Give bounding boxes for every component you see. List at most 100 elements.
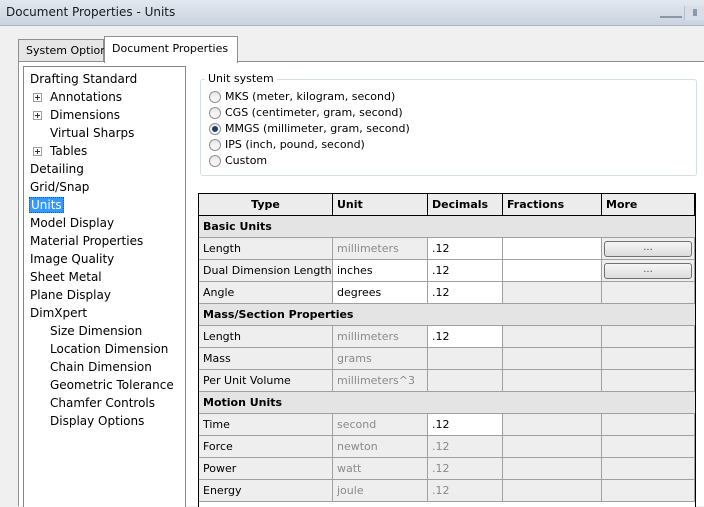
radio-button[interactable] [209, 139, 221, 151]
fractions-cell[interactable] [503, 238, 602, 260]
table-row: Energy joule .12 [199, 480, 695, 502]
tree-item-label: Detailing [30, 162, 84, 176]
radio-button[interactable] [209, 155, 221, 167]
tree-item-chamfer-controls[interactable]: Chamfer Controls [24, 394, 185, 412]
column-header-decimals: Decimals [428, 194, 503, 216]
unit-cell: second [333, 414, 428, 436]
tree-item-geometric-tolerance[interactable]: Geometric Tolerance [24, 376, 185, 394]
expand-plus-icon[interactable] [33, 111, 42, 120]
unit-system-group: Unit system MKS (meter, kilogram, second… [200, 72, 697, 176]
tree-item-annotations[interactable]: Annotations [24, 88, 185, 106]
tree-item-units[interactable]: Units [24, 196, 185, 214]
tree-item-label: Drafting Standard [30, 72, 138, 86]
decimals-cell[interactable]: .12 [428, 326, 503, 348]
tree-item-label: Chamfer Controls [50, 396, 156, 410]
tree-item-location-dimension[interactable]: Location Dimension [24, 340, 185, 358]
type-cell: Power [199, 458, 333, 480]
tree-item-label: Display Options [50, 414, 145, 428]
tree-item-model-display[interactable]: Model Display [24, 214, 185, 232]
type-cell: Length [199, 238, 333, 260]
unit-cell: millimeters [333, 326, 428, 348]
tree-item-sheet-metal[interactable]: Sheet Metal [24, 268, 185, 286]
tree-item-material-properties[interactable]: Material Properties [24, 232, 185, 250]
tree-item-label: Image Quality [30, 252, 115, 266]
table-row: Length millimeters .12... [199, 238, 695, 260]
tree-item-virtual-sharps[interactable]: Virtual Sharps [24, 124, 185, 142]
fractions-cell [503, 282, 602, 304]
tree-item-size-dimension[interactable]: Size Dimension [24, 322, 185, 340]
section-title: Mass/Section Properties [199, 304, 695, 326]
tree-item-chain-dimension[interactable]: Chain Dimension [24, 358, 185, 376]
section-header: Mass/Section Properties [199, 304, 695, 326]
more-cell [602, 282, 695, 304]
decimals-cell[interactable]: .12 [428, 282, 503, 304]
tree-item-label: Dimensions [50, 108, 121, 122]
tab-document-properties[interactable]: Document Properties [104, 36, 238, 63]
unit-cell[interactable]: inches [333, 260, 428, 282]
radio-label: MMGS (millimeter, gram, second) [225, 122, 410, 135]
table-row: Force newton .12 [199, 436, 695, 458]
fractions-cell [503, 414, 602, 436]
more-cell [602, 458, 695, 480]
more-button[interactable]: ... [604, 263, 692, 279]
decimals-cell: .12 [428, 480, 503, 502]
close-button[interactable] [684, 6, 704, 20]
unit-cell: joule [333, 480, 428, 502]
tree-item-image-quality[interactable]: Image Quality [24, 250, 185, 268]
decimals-cell: .12 [428, 458, 503, 480]
fractions-cell[interactable] [503, 260, 602, 282]
column-header-unit: Unit [333, 194, 428, 216]
unit-cell: grams [333, 348, 428, 370]
tree-item-label: Annotations [50, 90, 123, 104]
type-cell: Angle [199, 282, 333, 304]
tab-system-options[interactable]: System Options [18, 39, 113, 61]
more-button[interactable]: ... [604, 241, 692, 257]
tree-item-plane-display[interactable]: Plane Display [24, 286, 185, 304]
tree-item-tables[interactable]: Tables [24, 142, 185, 160]
window-title: Document Properties - Units [6, 5, 176, 19]
type-cell: Mass [199, 348, 333, 370]
decimals-cell[interactable]: .12 [428, 260, 503, 282]
type-cell: Force [199, 436, 333, 458]
tree-item-display-options[interactable]: Display Options [24, 412, 185, 430]
minimize-button[interactable] [660, 6, 682, 18]
fractions-cell [503, 480, 602, 502]
tree-item-dimxpert[interactable]: DimXpert [24, 304, 185, 322]
property-tree[interactable]: Drafting Standard Annotations Dimensions Vi… [23, 66, 186, 507]
type-cell: Energy [199, 480, 333, 502]
tree-item-drafting-standard[interactable]: Drafting Standard [24, 70, 185, 88]
decimals-cell [428, 370, 503, 392]
radio-button[interactable] [209, 107, 221, 119]
decimals-cell[interactable]: .12 [428, 414, 503, 436]
tree-item-detailing[interactable]: Detailing [24, 160, 185, 178]
unit-cell: watt [333, 458, 428, 480]
expand-plus-icon[interactable] [33, 93, 42, 102]
decimals-cell[interactable]: .12 [428, 238, 503, 260]
tab-label: Document Properties [112, 42, 229, 55]
tree-item-label: Virtual Sharps [50, 126, 135, 140]
unit-cell[interactable]: degrees [333, 282, 428, 304]
column-header-more: More [602, 194, 695, 216]
tree-item-label: Location Dimension [50, 342, 169, 356]
tab-label: System Options [26, 44, 113, 57]
radio-label: Custom [225, 154, 268, 167]
expand-plus-icon[interactable] [33, 147, 42, 156]
tree-item-label: Size Dimension [50, 324, 143, 338]
tree-item-dimensions[interactable]: Dimensions [24, 106, 185, 124]
tree-item-label: Material Properties [30, 234, 144, 248]
unit-cell: millimeters^3 [333, 370, 428, 392]
tree-item-label: Sheet Metal [30, 270, 102, 284]
type-cell: Per Unit Volume [199, 370, 333, 392]
radio-button[interactable] [209, 123, 221, 135]
tree-item-label: Units [29, 197, 64, 213]
fractions-cell [503, 370, 602, 392]
tree-item-label: DimXpert [30, 306, 88, 320]
more-cell [602, 370, 695, 392]
radio-label: CGS (centimeter, gram, second) [225, 106, 403, 119]
tree-item-grid-snap[interactable]: Grid/Snap [24, 178, 185, 196]
radio-button[interactable] [209, 91, 221, 103]
more-cell [602, 480, 695, 502]
section-header: Motion Units [199, 392, 695, 414]
fractions-cell [503, 436, 602, 458]
column-header-fractions: Fractions [503, 194, 602, 216]
